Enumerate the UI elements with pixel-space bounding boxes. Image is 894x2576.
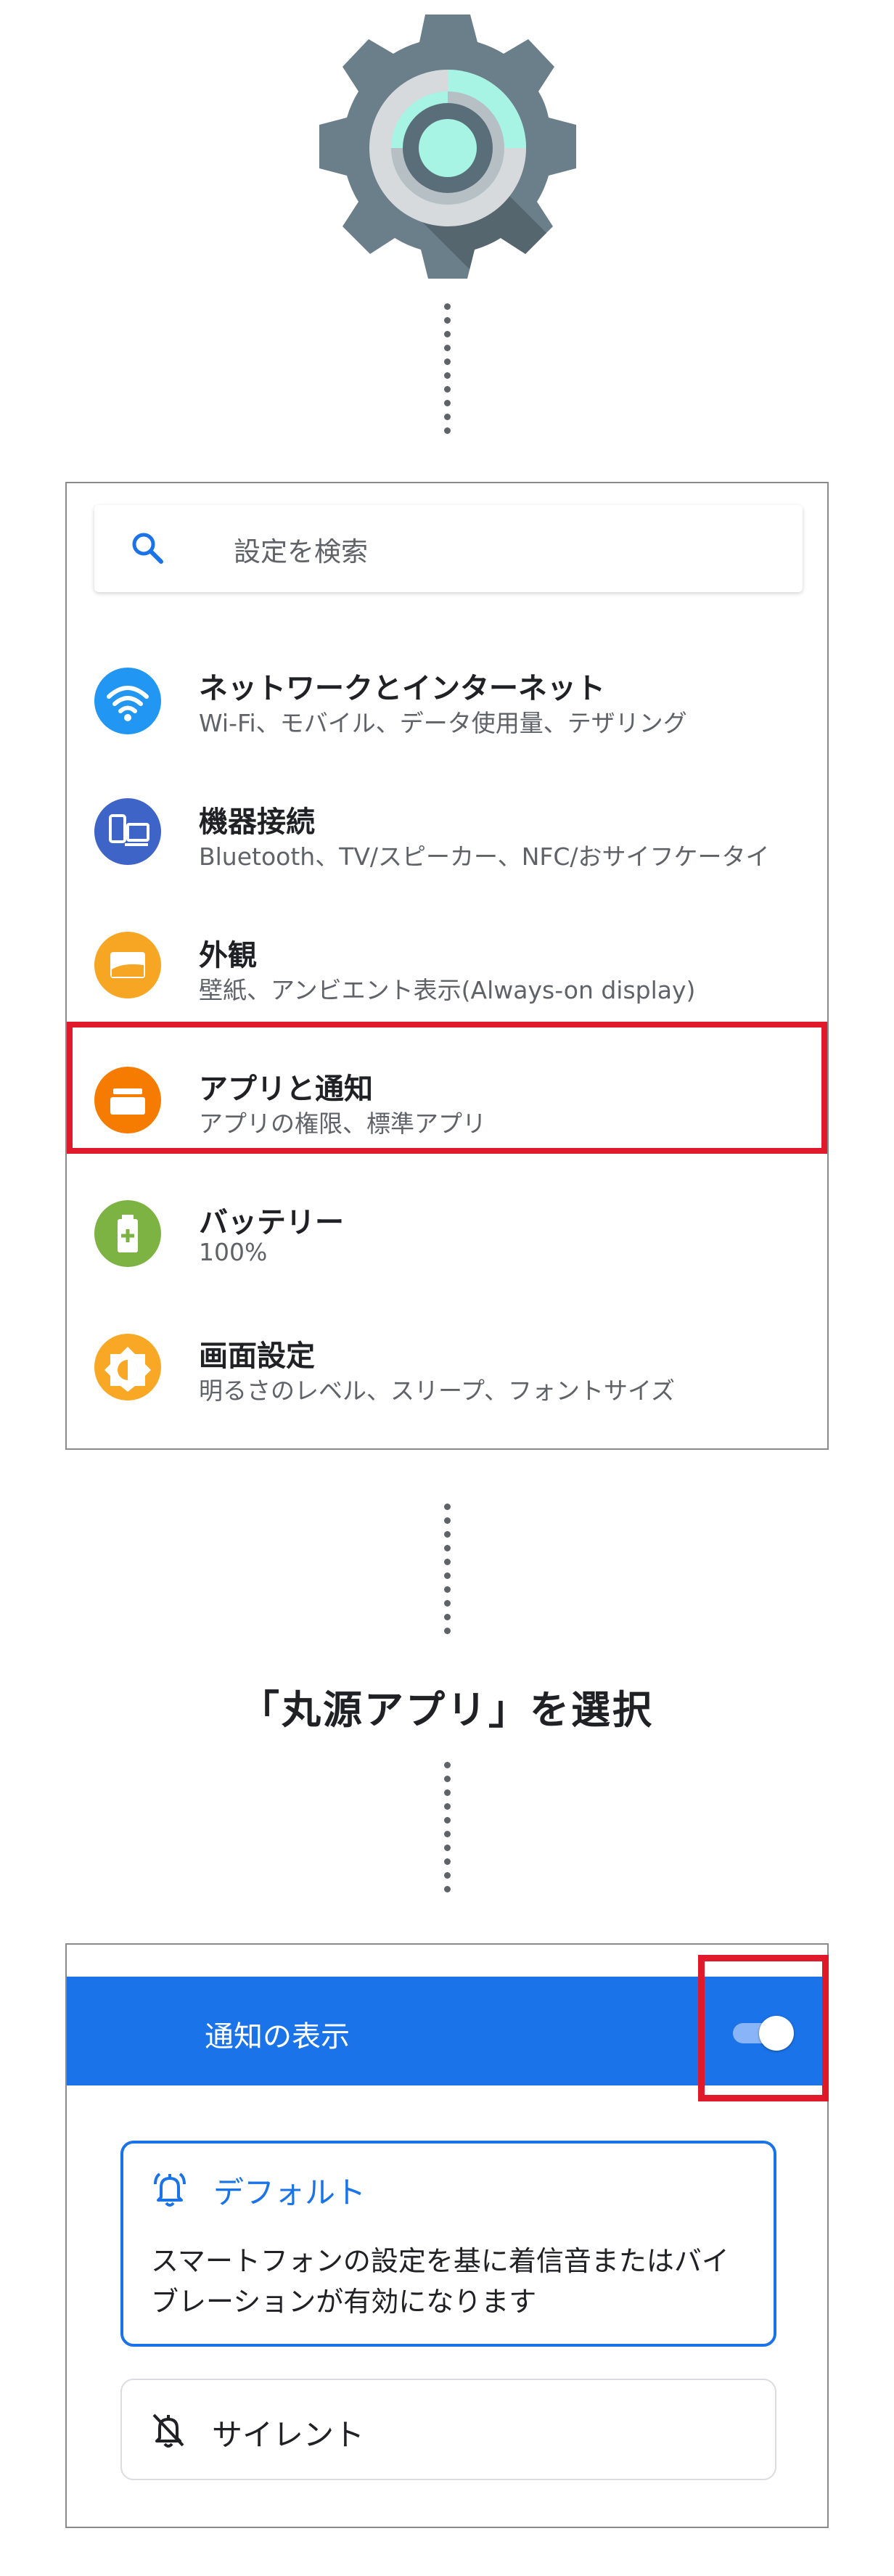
settings-item-devices[interactable]: 機器接続 Bluetooth、TV/スピーカー、NFC/おサイフケータイ (67, 769, 827, 900)
item-subtitle: Wi-Fi、モバイル、データ使用量、テザリング (199, 709, 687, 737)
item-title: ネットワークとインターネット (199, 672, 605, 705)
connector-dots (444, 1762, 451, 1900)
default-option-title: デフォルト (213, 2175, 366, 2210)
connector-dots (444, 1504, 451, 1641)
search-bar[interactable]: 設定を検索 (94, 505, 803, 592)
settings-item-display-style[interactable]: 外観 壁紙、アンビエント表示(Always-on display) (67, 903, 827, 1033)
brightness-icon (94, 1334, 161, 1400)
default-option-card[interactable]: デフォルト スマートフォンの設定を基に着信音またはバイブレーションが有効になりま… (120, 2141, 776, 2347)
settings-item-screen[interactable]: 画面設定 明るさのレベル、スリープ、フォントサイズ (67, 1303, 827, 1434)
show-notifications-label: 通知の表示 (205, 2020, 350, 2054)
default-option-description: スマートフォンの設定を基に着信音またはバイブレーションが有効になります (151, 2245, 729, 2318)
search-placeholder: 設定を検索 (234, 536, 368, 567)
bell-off-icon (152, 2413, 184, 2448)
silent-option-title: サイレント (212, 2417, 365, 2453)
settings-screen: 設定を検索 ネットワークとインターネット Wi-Fi、モバイル、データ使用量、テ… (65, 482, 829, 1450)
item-subtitle: 明るさのレベル、スリープ、フォントサイズ (199, 1377, 676, 1405)
devices-icon (94, 798, 161, 865)
settings-item-battery[interactable]: バッテリー 100% (67, 1170, 827, 1300)
wifi-icon (94, 668, 161, 734)
battery-icon (94, 1200, 161, 1267)
item-subtitle: 壁紙、アンビエント表示(Always-on display) (199, 976, 696, 1004)
settings-item-network[interactable]: ネットワークとインターネット Wi-Fi、モバイル、データ使用量、テザリング (67, 636, 827, 766)
bell-icon (154, 2173, 186, 2207)
item-subtitle: 100% (199, 1238, 268, 1266)
instruction-caption: 「丸源アプリ」を選択 (240, 1687, 654, 1733)
item-subtitle: Bluetooth、TV/スピーカー、NFC/おサイフケータイ (199, 842, 770, 871)
item-title: 機器接続 (199, 805, 315, 839)
settings-gear-icon (316, 10, 579, 283)
highlight-frame (67, 1022, 827, 1154)
item-title: バッテリー (199, 1206, 344, 1239)
item-title: 画面設定 (199, 1340, 315, 1373)
search-icon (132, 533, 163, 564)
notification-settings-screen: 通知の表示 デフォルト スマートフォンの設定を基に着信音またはバイブレーションが… (65, 1943, 829, 2528)
item-title: 外観 (199, 939, 257, 972)
highlight-frame (698, 1955, 829, 2101)
silent-option-card[interactable]: サイレント (120, 2379, 776, 2480)
connector-dots (444, 303, 451, 441)
wallpaper-icon (94, 932, 161, 998)
